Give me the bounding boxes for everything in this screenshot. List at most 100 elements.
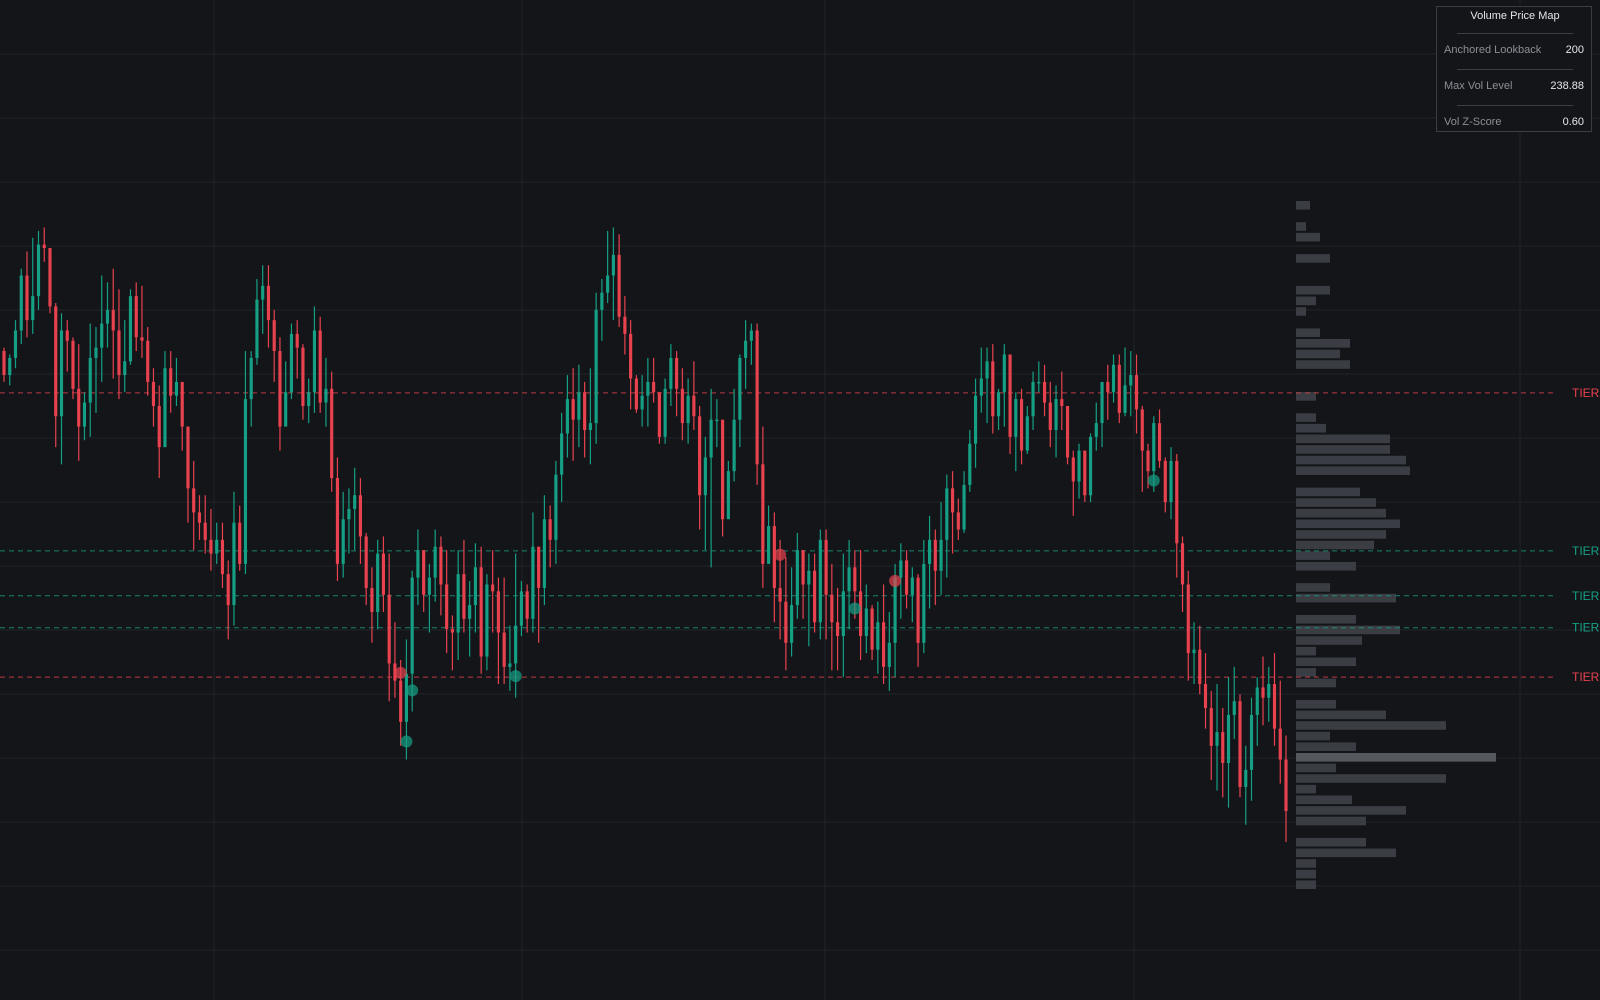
volume-profile-bar xyxy=(1296,583,1330,592)
candle-body-down xyxy=(1106,381,1110,393)
candle-body-down xyxy=(1203,684,1208,709)
volume-profile-bar xyxy=(1296,530,1386,539)
candlestick-chart-svg[interactable]: TIER TIER TIER TIER TIER xyxy=(0,0,1600,1000)
candle-body-up xyxy=(347,508,351,520)
candle-body-down xyxy=(1198,649,1202,685)
candle-body-down xyxy=(496,591,500,633)
candle-body-up xyxy=(514,625,518,664)
candle-body-down xyxy=(830,594,834,623)
candle-body-down xyxy=(197,512,202,523)
price-chart[interactable]: TIER TIER TIER TIER TIER xyxy=(0,0,1600,1000)
candle-body-up xyxy=(324,388,328,403)
candle-body-up xyxy=(709,419,713,458)
volume-profile-bar xyxy=(1296,699,1336,709)
candle-body-down xyxy=(836,622,840,636)
candle-body-up xyxy=(922,563,926,643)
candle-body-down xyxy=(272,320,276,352)
sell-signal-marker xyxy=(394,666,407,679)
candle-body-down xyxy=(916,577,920,643)
volume-profile-bar xyxy=(1296,806,1406,815)
candle-body-up xyxy=(703,457,707,496)
candle-body-down xyxy=(111,309,115,331)
volume-profile-bar xyxy=(1296,784,1316,794)
volume-profile-bar xyxy=(1296,763,1336,773)
candle-body-down xyxy=(778,587,782,602)
candle-body-up xyxy=(588,423,592,430)
candle-body-down xyxy=(381,553,386,595)
volume-profile-bar xyxy=(1296,551,1330,560)
candle-body-up xyxy=(611,254,615,276)
candle-body-down xyxy=(318,330,322,403)
panel-row-value: 0.60 xyxy=(1562,116,1584,128)
candle-body-up xyxy=(427,577,431,595)
candle-body-down xyxy=(784,601,788,643)
candle-body-down xyxy=(1284,759,1288,812)
candle-body-up xyxy=(927,539,932,564)
candle-body-down xyxy=(266,285,271,321)
candle-body-up xyxy=(531,546,535,619)
candle-body-down xyxy=(387,594,391,664)
candle-body-down xyxy=(186,426,190,489)
volume-profile-bar xyxy=(1296,339,1350,348)
candle-body-up xyxy=(1111,364,1116,393)
volume-profile-bar xyxy=(1296,848,1396,858)
candle-body-up xyxy=(560,433,564,475)
panel-divider xyxy=(1457,69,1573,70)
volume-profile-bar xyxy=(1296,593,1396,603)
volume-profile-bar xyxy=(1296,307,1306,316)
candle-body-up xyxy=(36,244,41,297)
candle-body-up xyxy=(8,357,12,376)
candle-body-up xyxy=(818,539,822,623)
candle-body-up xyxy=(876,622,880,650)
candle-body-down xyxy=(1175,460,1179,544)
candle-body-up xyxy=(749,330,753,341)
candle-body-down xyxy=(209,539,213,554)
candle-body-up xyxy=(249,357,253,400)
candle-body-down xyxy=(439,546,443,585)
candle-body-up xyxy=(353,495,357,509)
candle-body-up xyxy=(215,539,219,554)
candle-body-down xyxy=(824,539,828,595)
candle-body-up xyxy=(243,399,248,564)
candle-body-down xyxy=(1238,701,1242,788)
candle-body-down xyxy=(652,381,656,393)
panel-row-label: Anchored Lookback xyxy=(1444,44,1542,56)
candle-body-up xyxy=(404,673,409,722)
candle-body-down xyxy=(301,347,305,406)
volume-profile-bar xyxy=(1296,254,1330,263)
candle-body-up xyxy=(1226,714,1231,763)
candle-body-up xyxy=(123,361,127,376)
candle-body-down xyxy=(450,629,454,633)
volume-profile-bar xyxy=(1296,869,1316,879)
candle-body-down xyxy=(634,378,638,410)
volume-profile-bar xyxy=(1296,774,1446,783)
volume-profile-bar xyxy=(1296,445,1390,454)
candle-body-down xyxy=(491,584,495,592)
candle-body-up xyxy=(1267,684,1271,698)
candle-body-down xyxy=(134,296,138,338)
candle-body-up xyxy=(542,519,546,588)
candle-body-up xyxy=(174,381,179,396)
buy-signal-marker xyxy=(406,684,419,697)
candle-body-down xyxy=(657,392,661,437)
candle-body-up xyxy=(1215,732,1219,746)
tier-label: TIER xyxy=(1572,544,1600,558)
candle-body-up xyxy=(19,275,23,331)
candle-body-down xyxy=(525,591,529,619)
candle-body-up xyxy=(128,296,133,362)
volume-profile-bar xyxy=(1296,413,1316,422)
candle-body-up xyxy=(887,642,891,667)
buy-signal-marker xyxy=(400,735,413,748)
panel-row-max-vol-level: Max Vol Level 238.88 xyxy=(1444,80,1584,94)
candle-body-down xyxy=(537,546,541,588)
candle-body-up xyxy=(376,553,380,612)
candle-body-up xyxy=(100,323,104,348)
candle-body-up xyxy=(468,605,472,619)
volume-profile-bar xyxy=(1296,232,1320,242)
candle-body-up xyxy=(1054,399,1058,430)
candle-body-up xyxy=(606,275,610,293)
candle-body-down xyxy=(1221,732,1225,763)
candle-body-up xyxy=(31,296,35,321)
candle-body-down xyxy=(422,550,426,595)
candle-body-up xyxy=(1192,649,1196,654)
